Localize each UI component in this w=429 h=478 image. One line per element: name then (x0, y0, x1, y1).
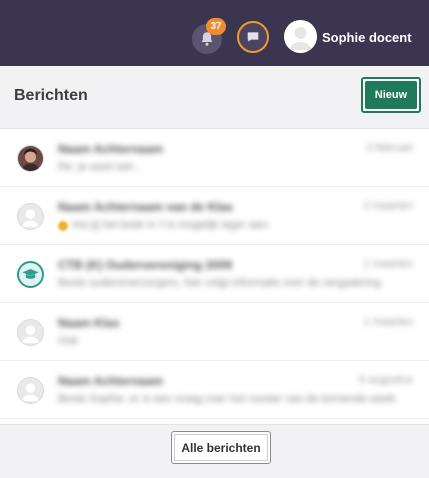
emoji-icon (58, 221, 68, 231)
message-time: 3 februari (366, 142, 413, 154)
message-time: 8 augustus (359, 374, 413, 386)
notifications-count-badge: 37 (206, 18, 226, 35)
all-messages-label: Alle berichten (174, 434, 268, 461)
avatar (17, 319, 44, 346)
user-silhouette-icon (21, 325, 40, 344)
message-time: 1 maarten (363, 258, 413, 270)
user-silhouette-icon (284, 20, 317, 53)
message-sender: Naam Achternaam van de Klas (58, 200, 233, 214)
message-row[interactable]: Naam Achternaam van de Klas 2 maarten Ho… (0, 187, 429, 245)
top-bar: 37 Sophie docent (0, 0, 429, 66)
message-preview: Hoi jij het boek in 't is mogelijk lager… (72, 219, 271, 231)
message-preview: Re: je weet wel... (58, 161, 142, 173)
message-sender: CTB (K) Oudervereniging 2009 (58, 258, 233, 272)
message-row[interactable]: Naam Achternaam 3 februari Re: je weet w… (0, 129, 429, 187)
new-message-label: Nieuw (365, 81, 417, 109)
chat-bubble-icon (247, 32, 259, 42)
message-row[interactable]: CTB (K) Oudervereniging 2009 1 maarten B… (0, 245, 429, 303)
message-list: Naam Achternaam 3 februari Re: je weet w… (0, 129, 429, 419)
avatar (17, 377, 44, 404)
page-title: Berichten (14, 87, 88, 104)
avatar (17, 261, 44, 288)
message-preview: Beste ouders/verzorgers, hier volgt info… (58, 277, 381, 289)
profile-photo-icon (18, 146, 43, 171)
all-messages-button[interactable]: Alle berichten (171, 431, 271, 464)
messages-button[interactable] (237, 21, 269, 53)
message-time: 2 maarten (363, 200, 413, 212)
message-preview: Beste Sophie, er is een vraag over het r… (58, 393, 396, 405)
user-avatar[interactable] (284, 20, 317, 53)
user-silhouette-icon (21, 209, 40, 228)
user-name[interactable]: Sophie docent (322, 30, 412, 45)
graduation-cap-icon (22, 268, 39, 279)
message-row[interactable]: Naam Achternaam 8 augustus Beste Sophie,… (0, 361, 429, 419)
message-time: 1 maarten (363, 316, 413, 328)
avatar (17, 145, 44, 172)
message-sender: Naam Achternaam (58, 142, 163, 156)
messages-header: Berichten Nieuw (0, 66, 429, 129)
message-row[interactable]: Naam Klas 1 maarten Ook (0, 303, 429, 361)
user-silhouette-icon (21, 383, 40, 402)
message-preview: Ook (58, 335, 79, 347)
messages-footer: Alle berichten (0, 424, 429, 478)
new-message-button[interactable]: Nieuw (361, 77, 421, 113)
message-sender: Naam Achternaam (58, 374, 163, 388)
message-sender: Naam Klas (58, 316, 120, 330)
avatar (17, 203, 44, 230)
